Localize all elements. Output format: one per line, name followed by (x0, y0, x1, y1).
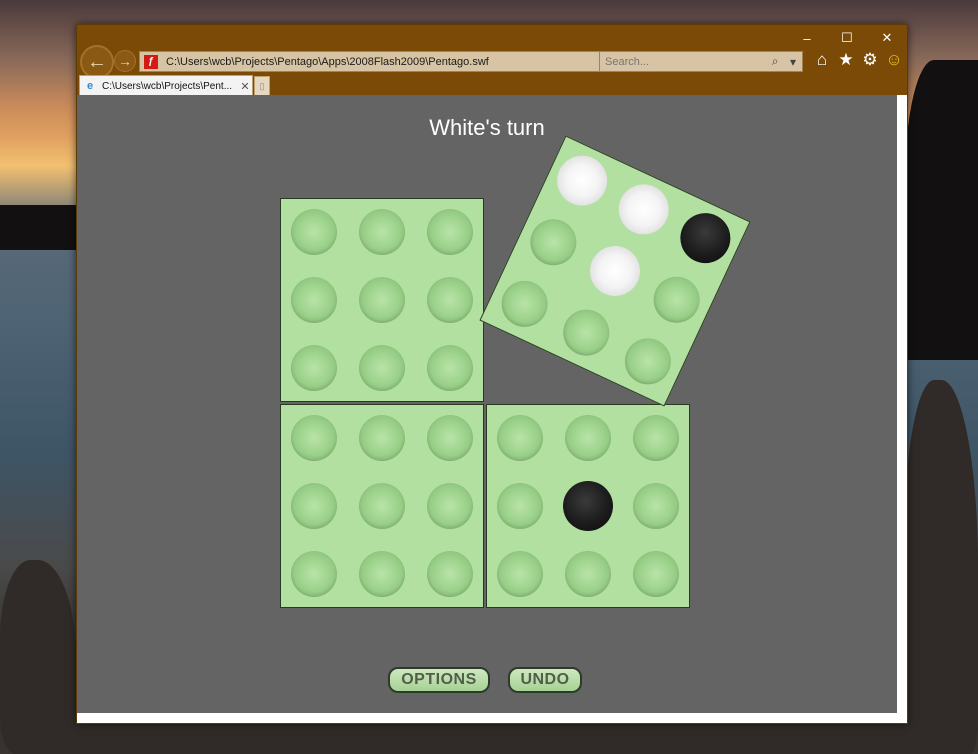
smiley-icon[interactable]: ☺ (884, 49, 904, 71)
board-hole[interactable] (359, 277, 405, 323)
new-tab-button[interactable]: ▯ (254, 76, 270, 96)
white-marble[interactable] (548, 147, 616, 214)
address-url[interactable]: C:\Users\wcb\Projects\Pentago\Apps\2008F… (166, 56, 636, 68)
flash-content: White's turn OPTIONS UNDO (77, 95, 897, 713)
close-window-button[interactable]: ✕ (867, 27, 907, 49)
back-button[interactable]: ← (80, 45, 114, 79)
board-hole[interactable] (522, 211, 584, 273)
background-tree-right (905, 60, 978, 360)
maximize-button[interactable]: ☐ (827, 27, 867, 49)
board-hole[interactable] (427, 551, 473, 597)
ie-icon: e (86, 80, 94, 92)
board-hole[interactable] (291, 551, 337, 597)
board-hole[interactable] (359, 415, 405, 461)
board-hole[interactable] (291, 345, 337, 391)
star-icon[interactable]: ★ (836, 49, 856, 71)
home-icon[interactable]: ⌂ (812, 49, 832, 71)
board-hole[interactable] (427, 415, 473, 461)
tab-active[interactable]: e C:\Users\wcb\Projects\Pent... ✕ (79, 75, 253, 96)
board-hole[interactable] (359, 345, 405, 391)
black-marble[interactable] (563, 481, 613, 531)
board-hole[interactable] (633, 415, 679, 461)
board-hole[interactable] (427, 345, 473, 391)
board-hole[interactable] (646, 269, 708, 331)
browser-tools: ⌂ ★ ⚙ ☺ (812, 49, 904, 71)
search-box[interactable]: ⌕ ▾ (599, 51, 803, 72)
board-hole[interactable] (497, 415, 543, 461)
board-hole[interactable] (565, 415, 611, 461)
board-hole[interactable] (427, 209, 473, 255)
board-hole[interactable] (291, 483, 337, 529)
tab-close-icon[interactable]: ✕ (238, 80, 252, 93)
undo-button[interactable]: UNDO (508, 667, 582, 693)
board-hole[interactable] (291, 415, 337, 461)
board-hole[interactable] (497, 483, 543, 529)
background-rocks-right (905, 380, 978, 754)
turn-status: White's turn (429, 115, 545, 140)
board-hole[interactable] (633, 483, 679, 529)
board-hole[interactable] (291, 277, 337, 323)
board-hole[interactable] (555, 302, 617, 364)
window-edge (897, 95, 907, 723)
search-input[interactable] (600, 54, 767, 69)
arrow-left-icon: ← (87, 50, 107, 73)
minimize-button[interactable]: – (787, 27, 827, 49)
flash-icon: ƒ (144, 54, 158, 69)
board-hole[interactable] (291, 209, 337, 255)
forward-button[interactable]: → (114, 50, 136, 72)
quadrant-bottom-left[interactable] (280, 404, 484, 608)
browser-toolbar: – ☐ ✕ ← → ƒ C:\Users\wcb\Projects\Pentag… (77, 25, 907, 96)
board-hole[interactable] (427, 483, 473, 529)
new-tab-icon: ▯ (259, 80, 265, 91)
board-hole[interactable] (359, 551, 405, 597)
window-controls: – ☐ ✕ (787, 27, 907, 49)
background-treeline (0, 205, 76, 250)
address-bar[interactable]: ƒ C:\Users\wcb\Projects\Pentago\Apps\200… (139, 51, 673, 72)
board-hole[interactable] (359, 209, 405, 255)
gear-icon[interactable]: ⚙ (860, 49, 880, 71)
board-hole[interactable] (633, 551, 679, 597)
board-hole[interactable] (497, 551, 543, 597)
tab-title: C:\Users\wcb\Projects\Pent... (102, 80, 233, 92)
board-hole[interactable] (359, 483, 405, 529)
board-hole[interactable] (617, 330, 679, 392)
board-hole[interactable] (427, 277, 473, 323)
arrow-right-icon: → (118, 53, 132, 69)
board-hole[interactable] (494, 273, 556, 335)
quadrant-top-left[interactable] (280, 198, 484, 402)
board-hole[interactable] (565, 551, 611, 597)
white-marble[interactable] (610, 176, 677, 243)
quadrant-top-right[interactable] (479, 135, 751, 407)
browser-window: – ☐ ✕ ← → ƒ C:\Users\wcb\Projects\Pentag… (76, 24, 908, 724)
search-icon[interactable]: ⌕ (766, 54, 784, 69)
black-marble[interactable] (672, 204, 739, 272)
search-dropdown-icon[interactable]: ▾ (784, 55, 802, 69)
white-marble[interactable] (581, 237, 649, 305)
background-shore (60, 722, 960, 754)
quadrant-bottom-right[interactable] (486, 404, 690, 608)
options-button[interactable]: OPTIONS (388, 667, 490, 693)
